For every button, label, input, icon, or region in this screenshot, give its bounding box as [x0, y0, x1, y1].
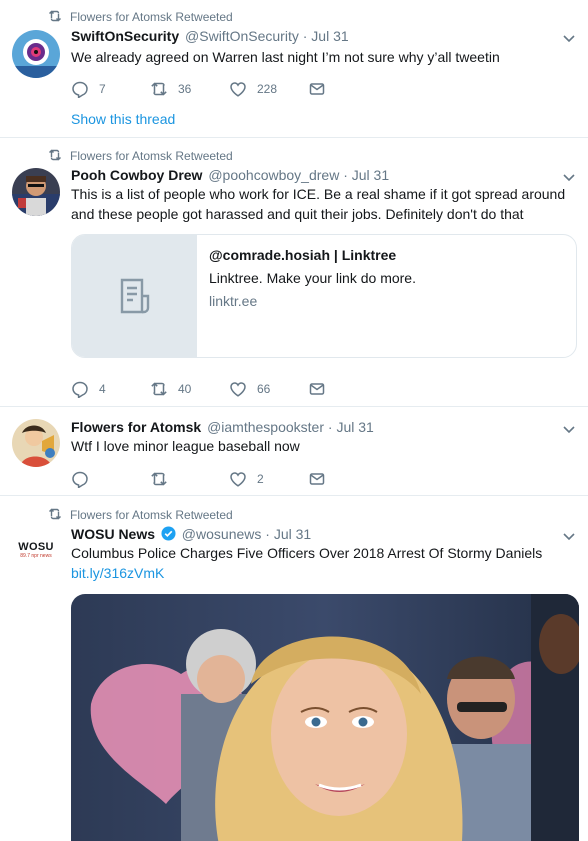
tweet[interactable]: Flowers for Atomsk Retweeted Pooh Cowboy…	[0, 138, 588, 407]
display-name[interactable]: Pooh Cowboy Drew	[71, 167, 202, 183]
user-handle[interactable]: @poohcowboy_drew	[208, 167, 339, 183]
tweet[interactable]: Flowers for Atomsk Retweeted SwiftOnSecu…	[0, 0, 588, 138]
user-handle[interactable]: @iamthespookster	[207, 419, 324, 435]
retweet-icon	[151, 472, 167, 486]
retweet-button[interactable]	[150, 470, 229, 488]
photo-image	[71, 594, 579, 841]
tweet-date[interactable]: · Jul 31	[265, 526, 311, 542]
retweet-icon	[48, 508, 62, 520]
reply-icon	[72, 81, 88, 98]
chevron-down-icon[interactable]	[562, 422, 576, 436]
display-name[interactable]: SwiftOnSecurity	[71, 28, 179, 44]
verified-icon	[161, 526, 176, 541]
link-card[interactable]: @comrade.hosiah | Linktree Linktree. Mak…	[71, 234, 577, 358]
like-icon	[230, 82, 246, 97]
tweet-text: This is a list of people who work for IC…	[71, 186, 566, 222]
tweet-actions: 7 36 228	[71, 80, 387, 98]
retweet-button[interactable]: 36	[150, 80, 229, 98]
retweet-icon	[151, 382, 167, 396]
avatar[interactable]	[12, 419, 60, 467]
retweet-context: Flowers for Atomsk Retweeted	[48, 507, 233, 522]
like-button[interactable]: 228	[229, 80, 308, 98]
message-button[interactable]	[308, 470, 387, 488]
message-icon	[309, 383, 325, 395]
display-name[interactable]: Flowers for Atomsk	[71, 419, 201, 435]
tweet-header: WOSU News @wosunews · Jul 31	[71, 525, 311, 543]
message-button[interactable]	[308, 380, 387, 398]
retweet-button[interactable]: 40	[150, 380, 229, 398]
tweet-photo[interactable]	[71, 594, 579, 841]
tweet-date[interactable]: · Jul 31	[343, 167, 389, 183]
tweet-date[interactable]: · Jul 31	[328, 419, 374, 435]
retweet-icon	[48, 10, 62, 22]
tweet-text: Columbus Police Charges Five Officers Ov…	[71, 545, 543, 561]
reply-icon	[72, 471, 88, 488]
document-icon	[120, 278, 149, 314]
avatar[interactable]	[12, 168, 60, 216]
tweet-header: Flowers for Atomsk @iamthespookster · Ju…	[71, 418, 374, 436]
tweet-date[interactable]: · Jul 31	[303, 28, 349, 44]
tweet[interactable]: Flowers for Atomsk @iamthespookster · Ju…	[0, 407, 588, 496]
card-title: @comrade.hosiah | Linktree	[209, 247, 397, 263]
reply-button[interactable]	[71, 470, 150, 488]
like-button[interactable]: 66	[229, 380, 308, 398]
tweet-header: SwiftOnSecurity @SwiftOnSecurity · Jul 3…	[71, 27, 349, 45]
like-icon	[230, 382, 246, 397]
chevron-down-icon[interactable]	[562, 31, 576, 45]
display-name[interactable]: WOSU News	[71, 526, 155, 542]
wosu-logo-subtext: 89.7 npr news	[20, 553, 52, 559]
reply-icon	[72, 381, 88, 398]
card-thumbnail	[72, 235, 197, 357]
tweet-actions: 4 40 66	[71, 380, 387, 398]
chevron-down-icon[interactable]	[562, 170, 576, 184]
retweet-context: Flowers for Atomsk Retweeted	[48, 9, 233, 24]
message-icon	[309, 83, 325, 95]
show-thread-link[interactable]: Show this thread	[71, 110, 175, 128]
user-handle[interactable]: @wosunews	[182, 526, 262, 542]
tweet-text: Wtf I love minor league baseball now	[71, 438, 300, 454]
card-url: linktr.ee	[209, 293, 258, 309]
tweet-header: Pooh Cowboy Drew @poohcowboy_drew · Jul …	[71, 166, 389, 184]
like-icon	[230, 472, 246, 487]
retweet-context: Flowers for Atomsk Retweeted	[48, 148, 233, 163]
tweet-actions: 2	[71, 470, 387, 488]
like-button[interactable]: 2	[229, 470, 308, 488]
message-icon	[309, 473, 325, 485]
retweet-icon	[48, 149, 62, 161]
card-description: Linktree. Make your link do more.	[209, 270, 416, 286]
reply-button[interactable]: 7	[71, 80, 150, 98]
tweet-text: We already agreed on Warren last night I…	[71, 49, 500, 65]
message-button[interactable]	[308, 80, 387, 98]
reply-button[interactable]: 4	[71, 380, 150, 398]
wosu-logo-text: WOSU	[18, 541, 54, 553]
chevron-down-icon[interactable]	[562, 529, 576, 543]
retweet-icon	[151, 82, 167, 96]
avatar[interactable]	[12, 30, 60, 78]
user-handle[interactable]: @SwiftOnSecurity	[185, 28, 299, 44]
avatar[interactable]: WOSU 89.7 npr news	[12, 526, 60, 574]
tweet-link[interactable]: bit.ly/316zVmK	[71, 563, 574, 583]
